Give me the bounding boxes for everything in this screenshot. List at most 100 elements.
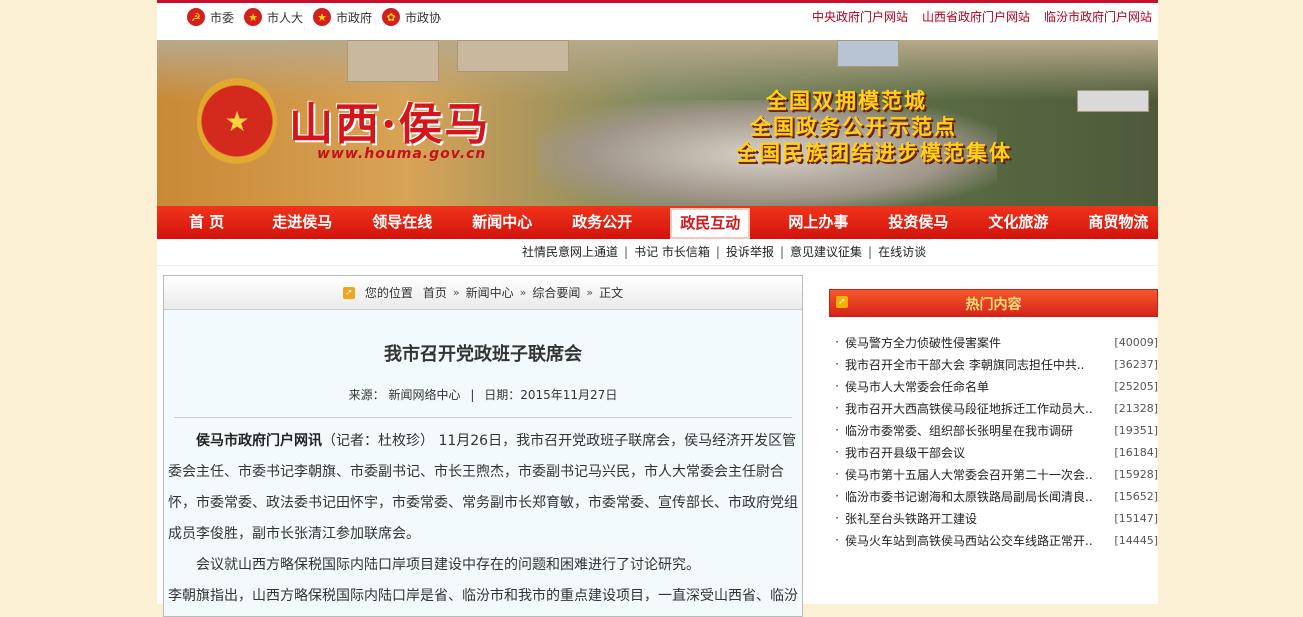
bullet-icon: · [835,533,839,547]
hot-item[interactable]: · 侯马警方全力侦破性侵害案件 [40009] [829,331,1158,353]
breadcrumb-link[interactable]: 新闻中心 [466,284,514,301]
sub-nav-link[interactable]: 社情民意网上通道 [522,243,618,260]
bullet-icon: · [835,423,839,437]
hot-item[interactable]: · 临汾市委书记谢海和太原铁路局副局长闻清良.. [15652] [829,485,1158,507]
slogan: 全国民族团结进步模范集体 [736,140,1012,165]
nav-item[interactable]: 走进侯马 [270,206,334,239]
breadcrumb-link: 正文 [599,286,624,300]
external-gov-link[interactable]: 中央政府门户网站 [812,8,908,25]
hot-item-title[interactable]: 张礼至台头铁路开工建设 [845,510,1110,527]
org-link[interactable]: ☭ 市委 [187,8,234,26]
location-icon: ➚ [342,286,355,299]
hot-item-title[interactable]: 我市召开大西高铁侯马段征地拆迁工作动员大.. [845,400,1110,417]
paragraph: 李朝旗指出，山西方略保税国际内陆口岸是省、临汾市和我市的重点建设项目，一直深受山… [168,588,798,604]
hot-item-title[interactable]: 临汾市委书记谢海和太原铁路局副局长闻清良.. [845,488,1110,505]
site-banner: ★ 山西·侯马 www.houma.gov.cn 全国双拥模范城 全国政务公开示… [157,40,1158,206]
sub-nav-link[interactable]: 意见建议征集 [790,243,862,260]
nav-item[interactable]: 网上办事 [786,206,850,239]
page-wrapper: ☭ 市委 ★ 市人大 ★ 市政府 ✿ 市政协 中央政府门户网站 山西省政府门户网站 临汾市政府门户… [157,0,1158,617]
sub-nav: 社情民意网上通道 | 书记 市长信箱 | 投诉举报 | 意见建议征集 | 在线访谈 [157,239,1158,266]
nav-item[interactable]: 商贸物流 [1086,206,1150,239]
hot-item-title[interactable]: 侯马警方全力侦破性侵害案件 [845,334,1110,351]
divider [174,417,792,418]
bullet-icon: · [835,489,839,503]
bullet-icon: · [835,401,839,415]
hot-panel: ➚ 热门内容 · 侯马警方全力侦破性侵害案件 [40009] · 我市召开全市干部大会 … [829,289,1158,551]
external-gov-link[interactable]: 临汾市政府门户网站 [1044,8,1152,25]
paragraph: 会议就山西方略保税国际内陆口岸项目建设中存在的问题和困难进行了讨论研究。 [196,557,700,573]
banner-building [837,40,899,67]
breadcrumb-link[interactable]: 综合要闻 [532,284,580,301]
main-nav: 首 页 走进侯马 领导在线 新闻中心 政务公开 政民互动 网上办事 投资侯马 文化旅游 商贸物流 [157,206,1158,239]
org-links: ☭ 市委 ★ 市人大 ★ 市政府 ✿ 市政协 [187,8,441,26]
hot-header: ➚ 热门内容 [829,289,1158,317]
hot-item-count: [14445] [1114,533,1158,547]
banner-building [347,40,439,82]
sub-nav-divider: | [779,244,784,259]
article-title: 我市召开党政班子联席会 [384,344,582,365]
hot-item[interactable]: · 临汾市委常委、组织部长张明星在我市调研 [19351] [829,419,1158,441]
article-lead: 侯马市政府门户网讯 [196,433,322,449]
external-links: 中央政府门户网站 山西省政府门户网站 临汾市政府门户网站 [812,8,1152,25]
breadcrumb-items: 首页 » 新闻中心 » 综合要闻 » 正文 [423,284,623,301]
nav-item[interactable]: 首 页 [187,206,226,239]
nav-item[interactable]: 领导在线 [370,206,434,239]
org-link-label: 市人大 [267,10,304,25]
hot-item-title[interactable]: 侯马火车站到高铁侯马西站公交车线路正常开.. [845,532,1110,549]
org-link-label: 市政协 [405,10,442,25]
hot-item-count: [15928] [1114,467,1158,481]
meta-divider: | [470,388,475,402]
bullet-icon: · [835,335,839,349]
sub-nav-link[interactable]: 书记 市长信箱 [634,243,710,260]
hot-item-title[interactable]: 临汾市委常委、组织部长张明星在我市调研 [845,422,1110,439]
hot-item[interactable]: · 我市召开全市干部大会 李朝旗同志担任中共.. [36237] [829,353,1158,375]
breadcrumb: ➚ 您的位置 首页 » 新闻中心 » 综合要闻 » 正文 [164,276,802,310]
nav-item[interactable]: 文化旅游 [986,206,1050,239]
org-link-label: 市政府 [336,10,373,25]
hot-title: 热门内容 [965,297,1022,313]
hot-item-count: [15147] [1114,511,1158,525]
chevron-right-icon: » [519,286,527,299]
site-url: www.houma.gov.cn [317,146,487,162]
national-emblem-icon: ★ [244,8,263,26]
breadcrumb-link[interactable]: 首页 [423,284,447,301]
sub-nav-divider: | [624,244,629,259]
hot-item-title[interactable]: 侯马市人大常委会任命名单 [845,378,1110,395]
hot-item-title[interactable]: 我市召开县级干部会议 [845,444,1110,461]
hot-item[interactable]: · 侯马市人大常委会任命名单 [25205] [829,375,1158,397]
national-emblem-icon: ★ [197,76,277,166]
nav-item[interactable]: 政务公开 [570,206,634,239]
org-link[interactable]: ★ 市人大 [244,8,303,26]
article-panel: ➚ 您的位置 首页 » 新闻中心 » 综合要闻 » 正文 我市召开党政班子联席会 来源： 新… [163,275,803,617]
hot-item-count: [25205] [1114,379,1158,393]
site-title: 山西·侯马 [289,99,491,150]
sub-nav-divider: | [868,244,873,259]
hot-item-count: [21328] [1114,401,1158,415]
org-link[interactable]: ★ 市政府 [313,8,372,26]
chevron-right-icon: » [452,286,460,299]
hot-item[interactable]: · 我市召开县级干部会议 [16184] [829,441,1158,463]
hot-item[interactable]: · 侯马火车站到高铁侯马西站公交车线路正常开.. [14445] [829,529,1158,551]
nav-item[interactable]: 投资侯马 [886,206,950,239]
org-link[interactable]: ✿ 市政协 [382,8,441,26]
nav-item[interactable]: 政民互动 [670,208,751,239]
nav-item[interactable]: 新闻中心 [470,206,534,239]
breadcrumb-label: 您的位置 [364,286,413,300]
external-gov-link[interactable]: 山西省政府门户网站 [922,8,1030,25]
bullet-icon: · [835,445,839,459]
hot-item[interactable]: · 张礼至台头铁路开工建设 [15147] [829,507,1158,529]
hot-item[interactable]: · 侯马市第十五届人大常委会召开第二十一次会.. [15928] [829,463,1158,485]
sub-nav-link[interactable]: 投诉举报 [726,243,774,260]
hot-item-title[interactable]: 我市召开全市干部大会 李朝旗同志担任中共.. [845,356,1110,373]
top-bar: ☭ 市委 ★ 市人大 ★ 市政府 ✿ 市政协 中央政府门户网站 山西省政府门户网站 临汾市政府门户… [157,0,1158,31]
hot-list: · 侯马警方全力侦破性侵害案件 [40009] · 我市召开全市干部大会 李朝旗同志担任… [829,331,1158,551]
hot-item[interactable]: · 我市召开大西高铁侯马段征地拆迁工作动员大.. [21328] [829,397,1158,419]
banner-building [457,40,569,72]
paragraph-text: （记者：杜枚珍） 11月26日，我市召开党政班子联席会，侯马经济开发区管委会主任… [168,433,798,542]
bullet-icon: · [835,467,839,481]
bullet-icon: · [835,357,839,371]
paragraph: 侯马市政府门户网讯（记者：杜枚珍） 11月26日，我市召开党政班子联席会，侯马经… [168,426,798,550]
hot-item-count: [15652] [1114,489,1158,503]
hot-item-title[interactable]: 侯马市第十五届人大常委会召开第二十一次会.. [845,466,1110,483]
sub-nav-link[interactable]: 在线访谈 [878,243,926,260]
